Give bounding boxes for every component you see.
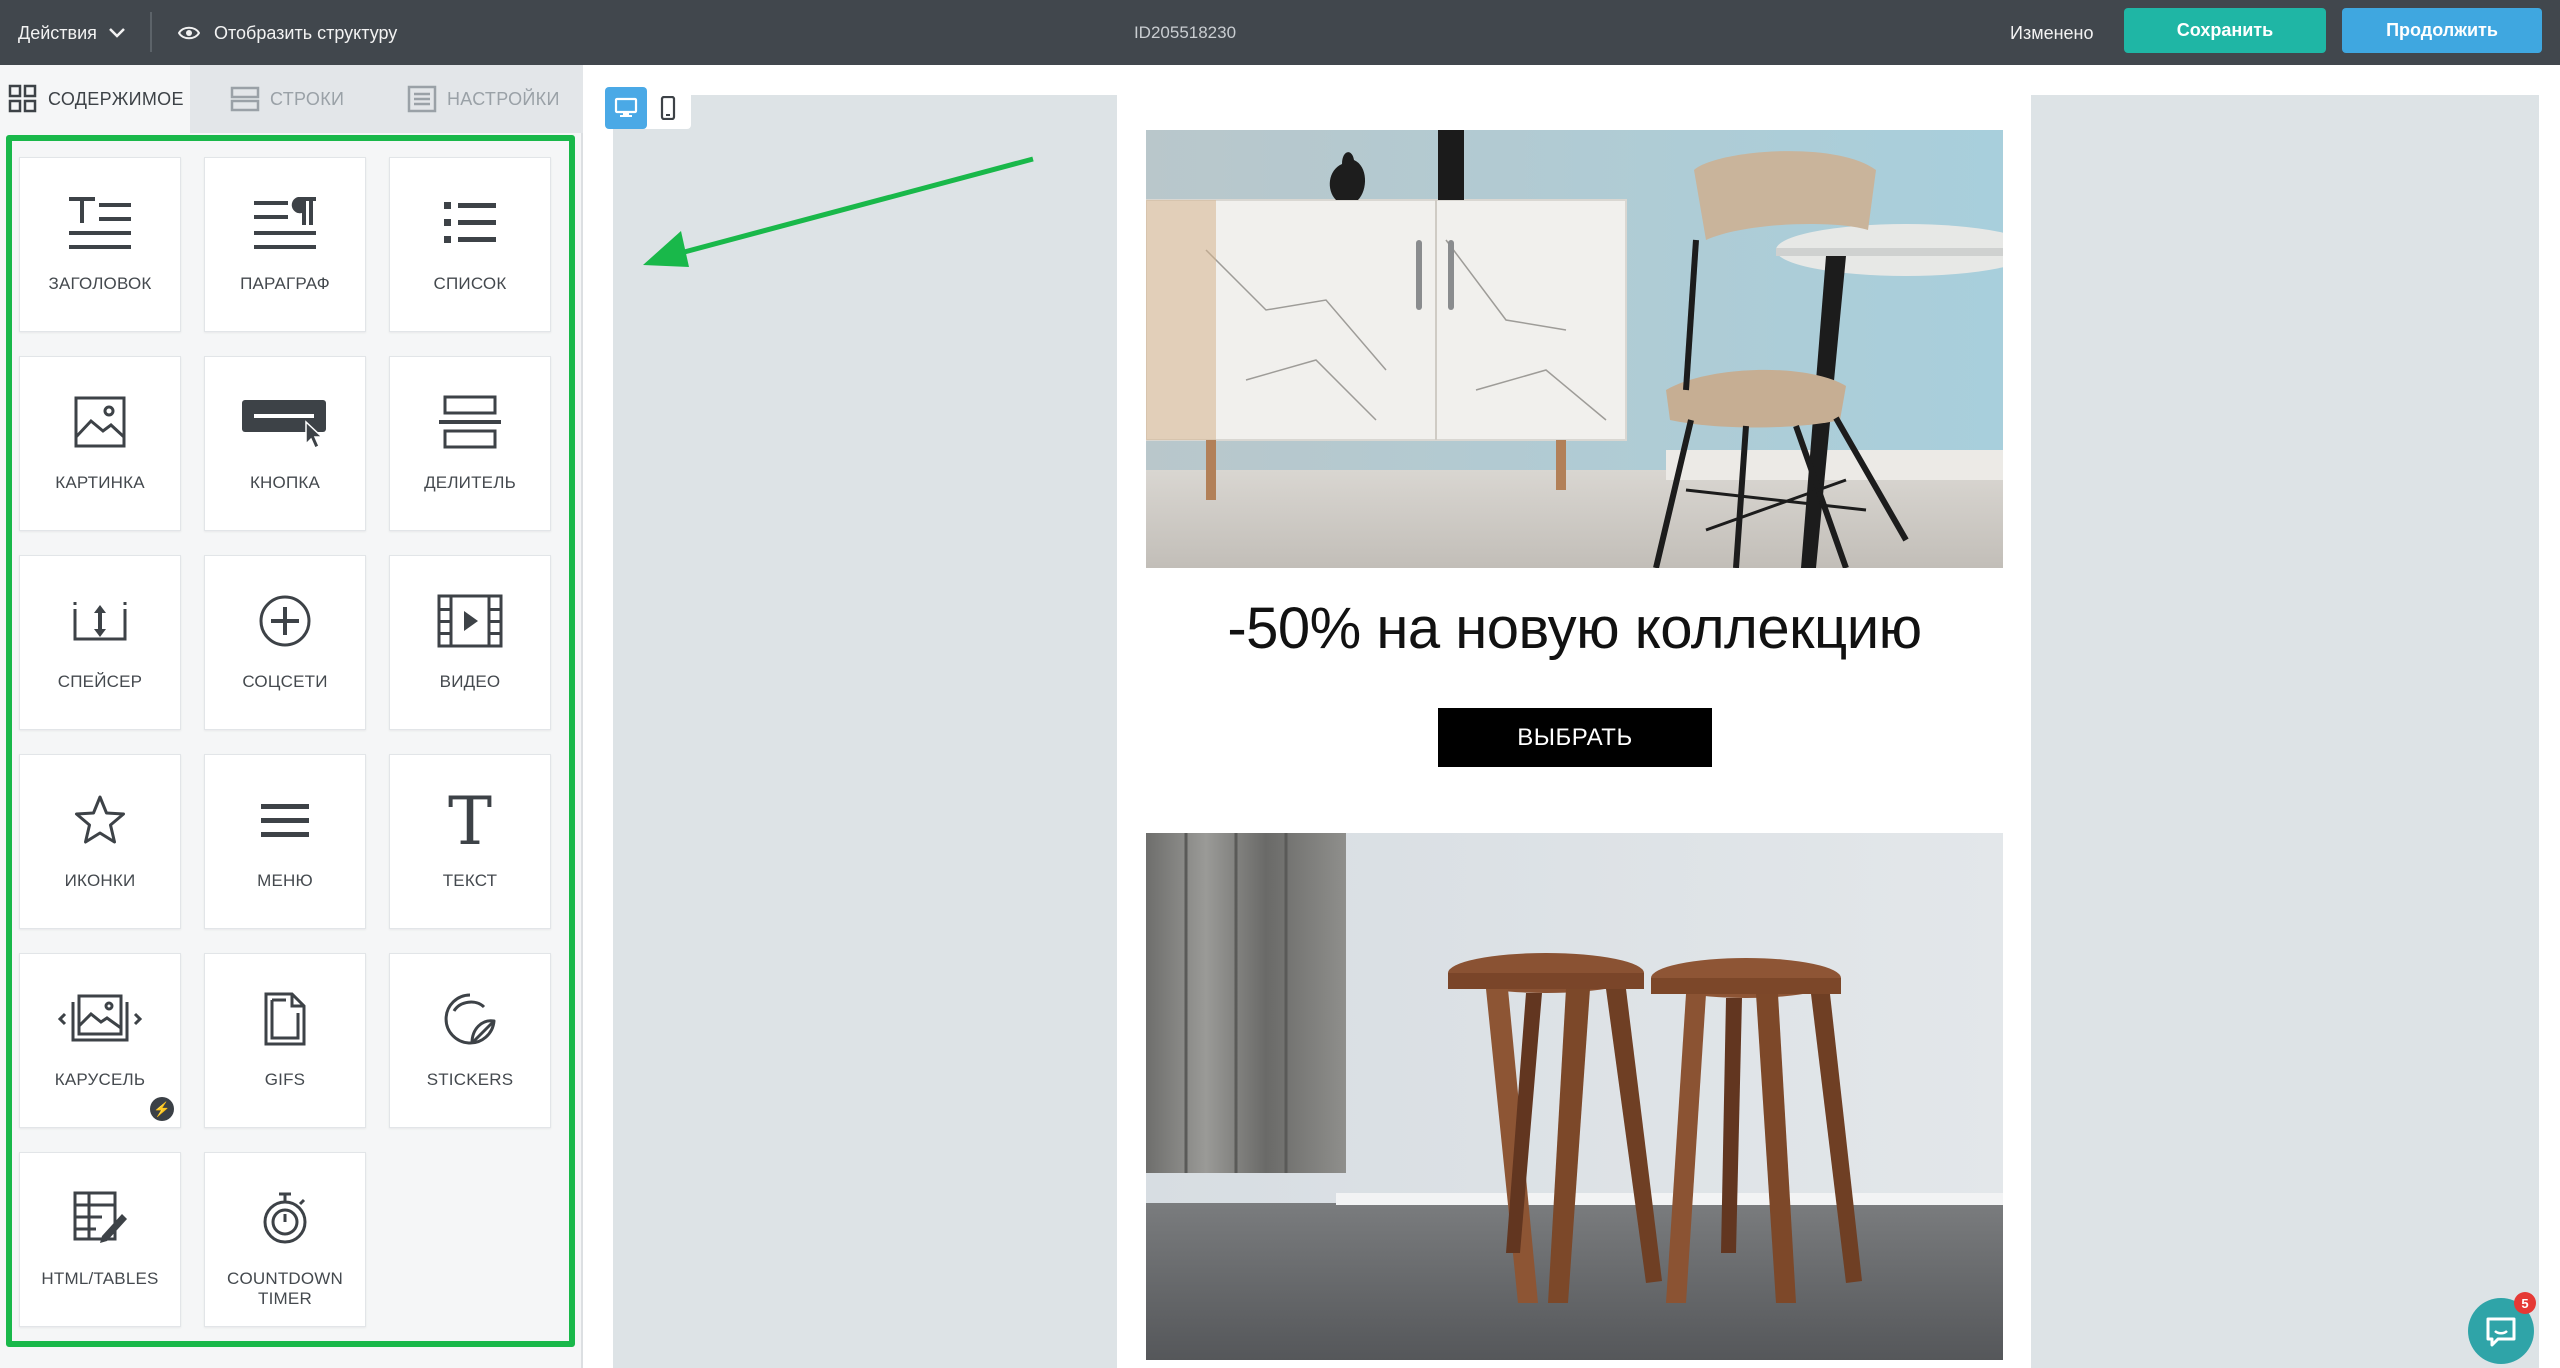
- stopwatch-icon: [205, 1183, 365, 1253]
- block-stickers-label: STICKERS: [426, 1070, 514, 1089]
- sticker-icon: [390, 984, 550, 1054]
- block-carousel-label: КАРУСЕЛЬ: [54, 1070, 146, 1089]
- eye-icon: [178, 26, 200, 40]
- star-icon: [20, 785, 180, 855]
- tab-rows[interactable]: СТРОКИ: [190, 65, 387, 133]
- block-social-label: СОЦСЕТИ: [242, 672, 328, 691]
- pointer-arrow-annotation: [643, 156, 1034, 267]
- block-list[interactable]: СПИСОК: [389, 157, 551, 332]
- block-social[interactable]: СОЦСЕТИ: [204, 555, 366, 730]
- social-icon: [205, 586, 365, 656]
- email-body[interactable]: -50% на новую коллекцию ВЫБРАТЬ: [1146, 95, 2003, 1368]
- block-carousel[interactable]: КАРУСЕЛЬ ⚡: [19, 953, 181, 1128]
- html-table-icon: [20, 1183, 180, 1253]
- lightning-badge-icon: ⚡: [150, 1097, 174, 1121]
- block-heading-label: ЗАГОЛОВОК: [48, 274, 152, 293]
- block-spacer[interactable]: СПЕЙСЕР: [19, 555, 181, 730]
- block-html-tables[interactable]: HTML/TABLES: [19, 1152, 181, 1327]
- block-icons-label: ИКОНКИ: [64, 871, 136, 890]
- menu-icon: [205, 785, 365, 855]
- button-icon: [205, 387, 365, 457]
- divider-icon: [390, 387, 550, 457]
- content-panel: СОДЕРЖИМОЕ СТРОКИ НАСТРОЙКИ ЗАГОЛОВОК ПА…: [0, 65, 583, 1368]
- block-image[interactable]: КАРТИНКА: [19, 356, 181, 531]
- heading-icon: [20, 188, 180, 258]
- tab-content[interactable]: СОДЕРЖИМОЕ: [0, 65, 190, 133]
- block-menu[interactable]: МЕНЮ: [204, 754, 366, 929]
- block-paragraph[interactable]: ПАРАГРАФ: [204, 157, 366, 332]
- device-view-toggle: [605, 87, 691, 129]
- block-icons[interactable]: ИКОНКИ: [19, 754, 181, 929]
- tab-settings[interactable]: НАСТРОЙКИ: [387, 65, 583, 133]
- save-status: Изменено: [2010, 23, 2094, 43]
- tab-content-label: СОДЕРЖИМОЕ: [48, 88, 184, 109]
- text-icon: T: [390, 785, 550, 855]
- choose-button[interactable]: ВЫБРАТЬ: [1438, 708, 1712, 767]
- grid-icon: [8, 84, 38, 114]
- image-icon: [20, 387, 180, 457]
- actions-dropdown[interactable]: Действия: [18, 16, 127, 50]
- tab-settings-label: НАСТРОЙКИ: [447, 88, 560, 109]
- actions-label: Действия: [18, 22, 97, 43]
- block-divider-label: ДЕЛИТЕЛЬ: [424, 473, 516, 492]
- block-countdown-timer-label: COUNTDOWN TIMER: [226, 1269, 344, 1308]
- block-gifs[interactable]: GIFS: [204, 953, 366, 1128]
- block-heading[interactable]: ЗАГОЛОВОК: [19, 157, 181, 332]
- block-button-label: КНОПКА: [249, 473, 321, 492]
- mobile-view-button[interactable]: [647, 87, 689, 129]
- desktop-view-button[interactable]: [605, 87, 647, 129]
- paragraph-icon: [205, 188, 365, 258]
- block-text[interactable]: T ТЕКСТ: [389, 754, 551, 929]
- tab-rows-label: СТРОКИ: [270, 88, 345, 109]
- block-divider[interactable]: ДЕЛИТЕЛЬ: [389, 356, 551, 531]
- document-id: ID205518230: [1133, 23, 1237, 42]
- mobile-icon: [660, 96, 676, 120]
- block-countdown-timer[interactable]: COUNTDOWN TIMER: [204, 1152, 366, 1327]
- desktop-icon: [614, 97, 638, 117]
- svg-text:T: T: [448, 790, 492, 850]
- chat-widget-button[interactable]: 5: [2468, 1292, 2536, 1364]
- toolbar-divider: [150, 12, 152, 52]
- canvas-margin-right: [2031, 95, 2539, 1368]
- block-video[interactable]: ВИДЕО: [389, 555, 551, 730]
- chat-unread-badge: 5: [2514, 1292, 2536, 1314]
- hero-image-furniture[interactable]: [1146, 130, 2003, 568]
- save-button[interactable]: Сохранить: [2124, 8, 2326, 53]
- block-menu-label: МЕНЮ: [257, 871, 313, 890]
- list-icon: [390, 188, 550, 258]
- block-stickers[interactable]: STICKERS: [389, 953, 551, 1128]
- block-list-label: СПИСОК: [433, 274, 507, 293]
- show-structure-toggle[interactable]: Отобразить структуру: [178, 16, 397, 50]
- gif-file-icon: [205, 984, 365, 1054]
- block-button[interactable]: КНОПКА: [204, 356, 366, 531]
- promo-headline[interactable]: -50% на новую коллекцию: [1146, 595, 2003, 662]
- panel-tabs: СОДЕРЖИМОЕ СТРОКИ НАСТРОЙКИ: [0, 65, 583, 133]
- top-bar: Действия Отобразить структуру ID20551823…: [0, 0, 2560, 65]
- block-html-tables-label: HTML/TABLES: [41, 1269, 159, 1288]
- block-text-label: ТЕКСТ: [442, 871, 498, 890]
- product-image-stools[interactable]: [1146, 833, 2003, 1360]
- video-icon: [390, 586, 550, 656]
- chat-icon: [2486, 1317, 2516, 1347]
- settings-list-icon: [407, 84, 437, 114]
- email-canvas: -50% на новую коллекцию ВЫБРАТЬ: [583, 65, 2560, 1368]
- block-gifs-label: GIFS: [264, 1070, 306, 1089]
- block-image-label: КАРТИНКА: [55, 473, 145, 492]
- block-paragraph-label: ПАРАГРАФ: [240, 274, 330, 293]
- continue-button[interactable]: Продолжить: [2342, 8, 2542, 53]
- spacer-icon: [20, 586, 180, 656]
- rows-icon: [230, 84, 260, 114]
- chevron-down-icon: [108, 28, 125, 38]
- carousel-icon: [20, 984, 180, 1054]
- block-video-label: ВИДЕО: [439, 672, 501, 691]
- block-spacer-label: СПЕЙСЕР: [57, 672, 143, 691]
- show-structure-label: Отобразить структуру: [214, 22, 398, 43]
